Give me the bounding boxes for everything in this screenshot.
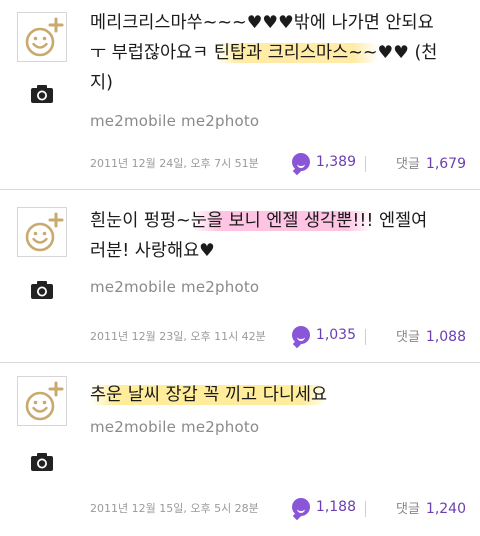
highlighted-text: 눈을 보니 엔젤 생각뿐!!! [190, 211, 374, 231]
comments-label: 댓글 [395, 157, 420, 172]
comments-link[interactable]: 댓글 1,679 [396, 153, 466, 172]
post-text-part: 흰눈이 펑펑~ [90, 211, 191, 231]
feed-item[interactable]: 메리크리스마쑤~~~♥♥♥밖에 나가면 안되요 ㅜ 부럽잖아요ㅋ 틴탑과 크리스… [0, 0, 480, 190]
comments-link[interactable]: 댓글 1,088 [396, 326, 466, 345]
meta-divider [365, 501, 366, 517]
comment-count: 1,240 [425, 501, 466, 517]
camera-icon[interactable] [30, 280, 54, 300]
feed-item[interactable]: 추운 날씨 장갑 꼭 끼고 다니세요 me2mobile me2photo 20… [0, 362, 480, 536]
post-text-part: 러분! 사랑해요♥ [90, 241, 215, 261]
post-source[interactable]: me2mobile me2photo [90, 278, 259, 296]
me2-bubble-icon [291, 153, 310, 171]
avatar[interactable] [17, 12, 67, 62]
post-text-part: ♥♥ (천 [377, 43, 438, 63]
post-meta: 2011년 12월 15일, 오후 5시 28분 1,188 댓글 1,240 [90, 498, 466, 520]
avatar[interactable] [17, 207, 67, 257]
comment-count: 1,679 [425, 156, 466, 172]
feed-list: 메리크리스마쑤~~~♥♥♥밖에 나가면 안되요 ㅜ 부럽잖아요ㅋ 틴탑과 크리스… [0, 0, 480, 536]
camera-icon[interactable] [30, 452, 54, 472]
comments-label: 댓글 [395, 330, 420, 345]
meta-divider [365, 329, 366, 345]
highlighted-text: 틴탑과 크리스마스~~ [213, 43, 378, 63]
smiley-plus-icon [25, 212, 64, 252]
post-text: 흰눈이 펑펑~눈을 보니 엔젤 생각뿐!!! 엔젤여 러분! 사랑해요♥ [90, 206, 466, 266]
post-date: 2011년 12월 24일, 오후 7시 51분 [90, 157, 259, 170]
post-text-part: 지) [90, 73, 113, 93]
post-text: 추운 날씨 장갑 꼭 끼고 다니세요 [90, 380, 466, 410]
post-text-part: 엔젤여 [373, 211, 428, 231]
post-text: 메리크리스마쑤~~~♥♥♥밖에 나가면 안되요 ㅜ 부럽잖아요ㅋ 틴탑과 크리스… [90, 8, 466, 98]
camera-icon[interactable] [30, 84, 54, 104]
feed-item[interactable]: 흰눈이 펑펑~눈을 보니 엔젤 생각뿐!!! 엔젤여 러분! 사랑해요♥ me2… [0, 190, 480, 363]
comments-link[interactable]: 댓글 1,240 [396, 498, 466, 517]
highlighted-text: 추운 날씨 장갑 꼭 끼고 다니세요 [90, 385, 328, 405]
me2-bubble-icon [291, 498, 310, 516]
post-meta: 2011년 12월 23일, 오후 11시 42분 1,035 댓글 1,088 [90, 326, 466, 348]
like-button[interactable]: 1,389 [291, 153, 356, 171]
post-date: 2011년 12월 15일, 오후 5시 28분 [90, 502, 259, 515]
post-date: 2011년 12월 23일, 오후 11시 42분 [90, 330, 266, 343]
comments-label: 댓글 [395, 502, 420, 517]
avatar[interactable] [17, 376, 67, 426]
smiley-plus-icon [25, 17, 64, 57]
post-text-part: ㅜ 부럽잖아요ㅋ [90, 43, 214, 63]
post-source[interactable]: me2mobile me2photo [90, 418, 259, 436]
post-meta: 2011년 12월 24일, 오후 7시 51분 1,389 댓글 1,679 [90, 153, 466, 175]
meta-divider [365, 156, 366, 172]
post-source[interactable]: me2mobile me2photo [90, 112, 259, 130]
like-button[interactable]: 1,035 [291, 326, 356, 344]
smiley-plus-icon [25, 381, 64, 421]
me2-bubble-icon [291, 326, 310, 344]
like-count: 1,188 [315, 499, 356, 515]
comment-count: 1,088 [425, 329, 466, 345]
like-count: 1,389 [315, 154, 356, 170]
like-button[interactable]: 1,188 [291, 498, 356, 516]
like-count: 1,035 [315, 327, 356, 343]
post-text-part: 메리크리스마쑤~~~♥♥♥밖에 나가면 안되요 [90, 13, 434, 33]
